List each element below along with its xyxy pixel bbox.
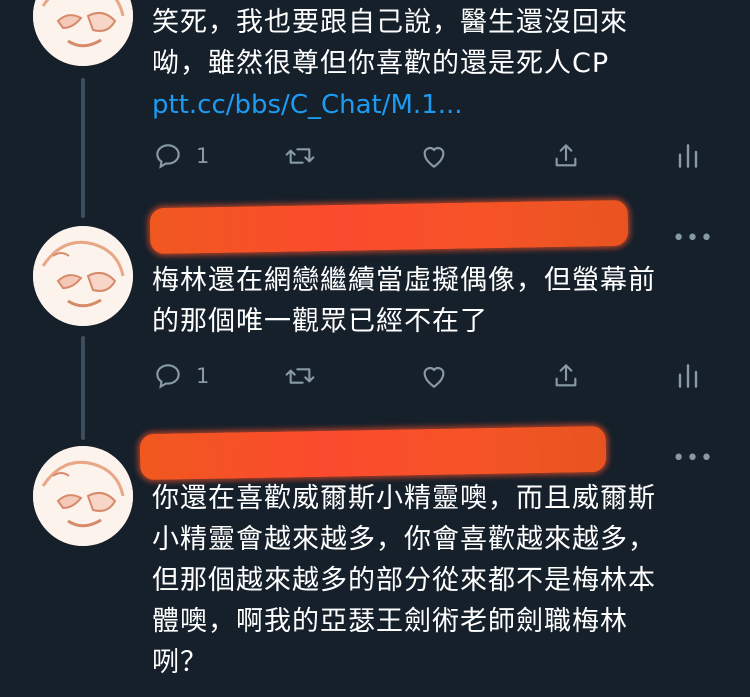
share-icon	[550, 360, 582, 392]
retweet-icon	[284, 360, 316, 392]
reply-icon	[152, 360, 184, 392]
like-button[interactable]	[418, 136, 450, 176]
reply-count: 1	[196, 364, 210, 388]
tweet-actions: 1	[152, 136, 712, 176]
analytics-icon	[672, 360, 704, 392]
avatar[interactable]	[33, 446, 133, 546]
share-button[interactable]	[550, 136, 582, 176]
share-icon	[550, 140, 582, 172]
avatar[interactable]	[33, 0, 133, 66]
tweet[interactable]: ••• 你還在喜歡威爾斯小精靈噢，而且威爾斯 小精靈會越來越多，你會喜歡越來越多…	[0, 420, 750, 697]
retweet-button[interactable]	[284, 356, 316, 396]
heart-icon	[418, 140, 450, 172]
avatar[interactable]	[33, 226, 133, 326]
tweet-text-line: 呦，雖然很尊但你喜歡的還是死人CP	[152, 48, 610, 79]
reply-icon	[152, 140, 184, 172]
tweet-text-line: 但那個越來越多的部分從來都不是梅林本	[152, 565, 656, 596]
tweet-link[interactable]: ptt.cc/bbs/C_Chat/M.1...	[152, 88, 463, 122]
analytics-button[interactable]	[672, 136, 704, 176]
like-button[interactable]	[418, 356, 450, 396]
redacted-username	[149, 199, 629, 255]
tweet-text: 你還在喜歡威爾斯小精靈噢，而且威爾斯 小精靈會越來越多，你會喜歡越來越多， 但那…	[152, 478, 712, 683]
more-options-button[interactable]: •••	[672, 226, 714, 251]
tweet-actions: 1	[152, 356, 712, 396]
avatar-illustration	[33, 0, 133, 66]
avatar-illustration	[33, 226, 133, 326]
heart-icon	[418, 360, 450, 392]
reply-button[interactable]: 1	[152, 136, 209, 176]
tweet-text-line: 體噢，啊我的亞瑟王劍術老師劍職梅林	[152, 606, 628, 637]
analytics-icon	[672, 140, 704, 172]
reply-count: 1	[196, 144, 210, 168]
tweet[interactable]: ••• 梅林還在網戀繼續當虛擬偶像，但螢幕前 的那個唯一觀眾已經不在了 1	[0, 190, 750, 420]
retweet-button[interactable]	[284, 136, 316, 176]
reply-button[interactable]: 1	[152, 356, 209, 396]
avatar-illustration	[33, 446, 133, 546]
more-options-button[interactable]: •••	[672, 446, 714, 471]
tweet-text-line: 的那個唯一觀眾已經不在了	[152, 306, 488, 337]
tweet-text-line: 笑死，我也要跟自己說，醫生還沒回來	[152, 7, 628, 38]
retweet-icon	[284, 140, 316, 172]
analytics-button[interactable]	[672, 356, 704, 396]
redacted-username	[139, 425, 607, 481]
tweet-text-line: 小精靈會越來越多，你會喜歡越來越多，	[152, 524, 656, 555]
tweet-text: 笑死，我也要跟自己說，醫生還沒回來 呦，雖然很尊但你喜歡的還是死人CP	[152, 2, 712, 84]
share-button[interactable]	[550, 356, 582, 396]
tweet-text-line: 梅林還在網戀繼續當虛擬偶像，但螢幕前	[152, 265, 656, 296]
tweet-text: 梅林還在網戀繼續當虛擬偶像，但螢幕前 的那個唯一觀眾已經不在了	[152, 260, 712, 342]
tweet-text-line: 你還在喜歡威爾斯小精靈噢，而且威爾斯	[152, 483, 656, 514]
tweet-text-line: 咧？	[152, 647, 208, 678]
tweet[interactable]: 笑死，我也要跟自己說，醫生還沒回來 呦，雖然很尊但你喜歡的還是死人CP ptt.…	[0, 0, 750, 190]
